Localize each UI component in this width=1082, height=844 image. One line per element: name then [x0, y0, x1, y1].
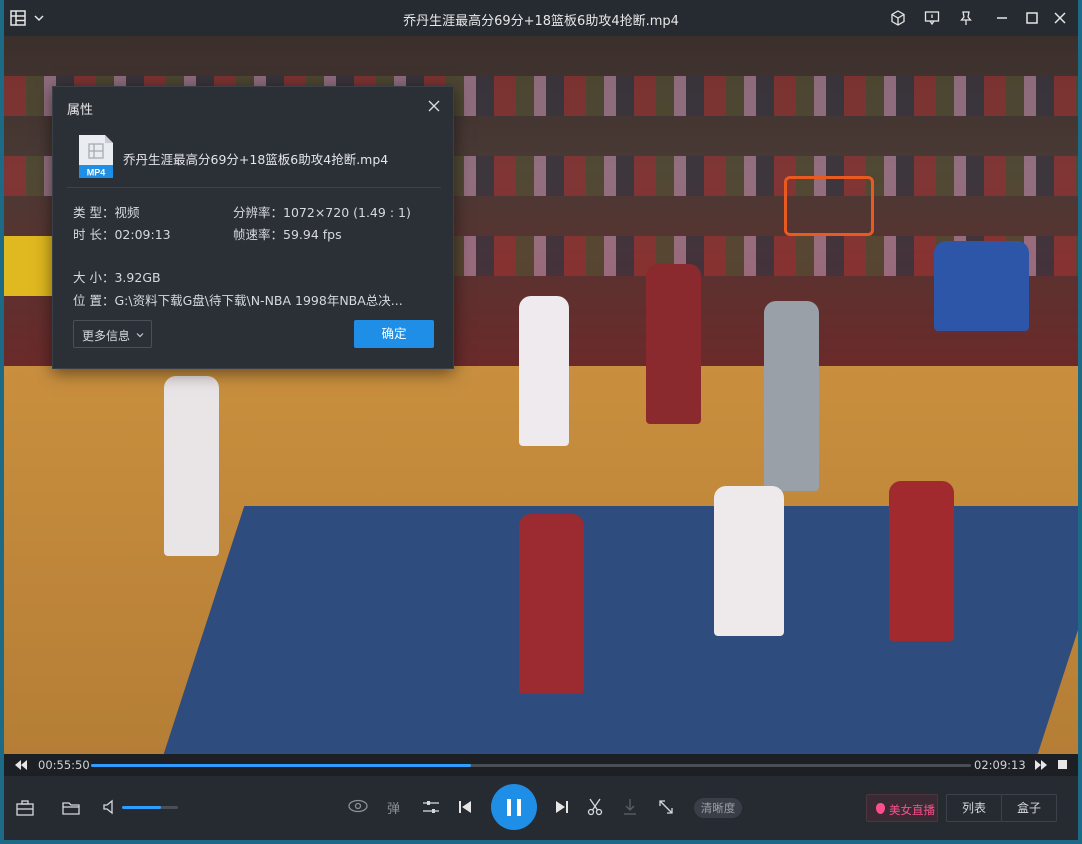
box-button[interactable]: 盒子	[1001, 794, 1057, 822]
arena-banner	[4, 236, 56, 296]
window-title: 乔丹生涯最高分69分+18篮板6助攻4抢断.mp4	[403, 14, 679, 29]
control-bar: 弹 清晰度 美女直播 列表 盒子	[4, 776, 1078, 840]
duration-row: 时 长：02:09:13	[73, 224, 171, 243]
framerate-label: 帧速率：	[233, 227, 284, 242]
pause-icon	[507, 799, 511, 816]
location-value[interactable]: G:\资料下载G盘\待下载\N-NBA 1998年NBA总决...	[114, 293, 402, 308]
file-type-badge: MP4	[87, 168, 106, 178]
fast-forward-icon[interactable]	[1034, 759, 1048, 771]
live-stream-button[interactable]: 美女直播	[866, 794, 938, 822]
file-name: 乔丹生涯最高分69分+18篮板6助攻4抢断.mp4	[123, 152, 389, 167]
next-icon[interactable]	[555, 799, 569, 815]
volume-fill	[122, 806, 162, 809]
video-player-figure	[164, 376, 219, 556]
message-icon[interactable]	[924, 10, 940, 26]
type-row: 类 型：视频	[73, 202, 140, 221]
volume-icon[interactable]	[102, 799, 118, 815]
previous-icon[interactable]	[458, 799, 472, 815]
current-time: 00:55:50	[38, 758, 90, 772]
more-info-label: 更多信息	[82, 329, 131, 343]
basketball-hoop	[784, 176, 874, 236]
title-bar: 乔丹生涯最高分69分+18篮板6助攻4抢断.mp4	[4, 0, 1078, 36]
resolution-value: 1072×720 (1.49 : 1)	[283, 205, 411, 220]
type-value: 视频	[114, 205, 140, 220]
properties-dialog: 属性 MP4 乔丹生涯最高分69分+18篮板6助攻4抢断.mp4 类 型：视频 …	[52, 86, 454, 369]
resolution-row: 分辨率：1072×720 (1.49 : 1)	[233, 202, 411, 221]
size-value: 3.92GB	[114, 270, 161, 285]
progress-bar: 00:55:50 02:09:13	[4, 754, 1078, 776]
live-icon	[876, 803, 885, 814]
seek-fill	[91, 764, 472, 767]
divider	[67, 187, 441, 188]
framerate-value: 59.94 fps	[283, 227, 342, 242]
stop-icon[interactable]	[1058, 760, 1067, 769]
resolution-label: 分辨率：	[233, 205, 284, 220]
fullscreen-icon[interactable]	[658, 799, 674, 815]
live-stream-label: 美女直播	[889, 803, 935, 817]
minimize-icon[interactable]	[994, 10, 1010, 26]
mp4-file-icon: MP4	[79, 135, 113, 178]
close-icon[interactable]	[1052, 10, 1068, 26]
size-row: 大 小：3.92GB	[73, 267, 161, 286]
total-time: 02:09:13	[974, 758, 1026, 772]
chevron-down-icon	[136, 333, 144, 338]
pin-icon[interactable]	[958, 10, 974, 26]
seek-slider[interactable]	[91, 764, 971, 767]
framerate-row: 帧速率：59.94 fps	[233, 224, 342, 243]
quality-button[interactable]: 清晰度	[694, 798, 742, 818]
danmu-button[interactable]: 弹	[387, 798, 400, 817]
location-row: 位 置：G:\资料下载G盘\待下载\N-NBA 1998年NBA总决...	[73, 290, 403, 309]
folder-icon[interactable]	[62, 800, 80, 816]
location-label: 位 置：	[73, 293, 115, 308]
download-icon[interactable]	[623, 798, 637, 816]
toolbox-icon[interactable]	[16, 800, 34, 816]
player-window: 乔丹生涯最高分69分+18篮板6助攻4抢断.mp4 属性 MP4 乔丹生涯最高分…	[4, 0, 1078, 840]
volume-slider[interactable]	[122, 806, 178, 809]
type-label: 类 型：	[73, 205, 115, 220]
more-info-button[interactable]: 更多信息	[73, 320, 152, 348]
cube-icon[interactable]	[890, 10, 906, 26]
size-label: 大 小：	[73, 270, 115, 285]
pause-button[interactable]	[491, 784, 537, 830]
rewind-icon[interactable]	[14, 759, 28, 771]
dialog-title: 属性	[67, 103, 94, 118]
duration-value: 02:09:13	[114, 227, 171, 242]
playlist-button[interactable]: 列表	[946, 794, 1002, 822]
ok-button[interactable]: 确定	[354, 320, 434, 348]
eye-icon[interactable]	[347, 798, 369, 814]
settings-sliders-icon[interactable]	[422, 799, 440, 815]
scissors-icon[interactable]	[587, 798, 603, 816]
dialog-close-icon[interactable]	[427, 99, 441, 113]
duration-label: 时 长：	[73, 227, 115, 242]
video-frame[interactable]: 属性 MP4 乔丹生涯最高分69分+18篮板6助攻4抢断.mp4 类 型：视频 …	[4, 36, 1078, 754]
maximize-icon[interactable]	[1024, 10, 1040, 26]
